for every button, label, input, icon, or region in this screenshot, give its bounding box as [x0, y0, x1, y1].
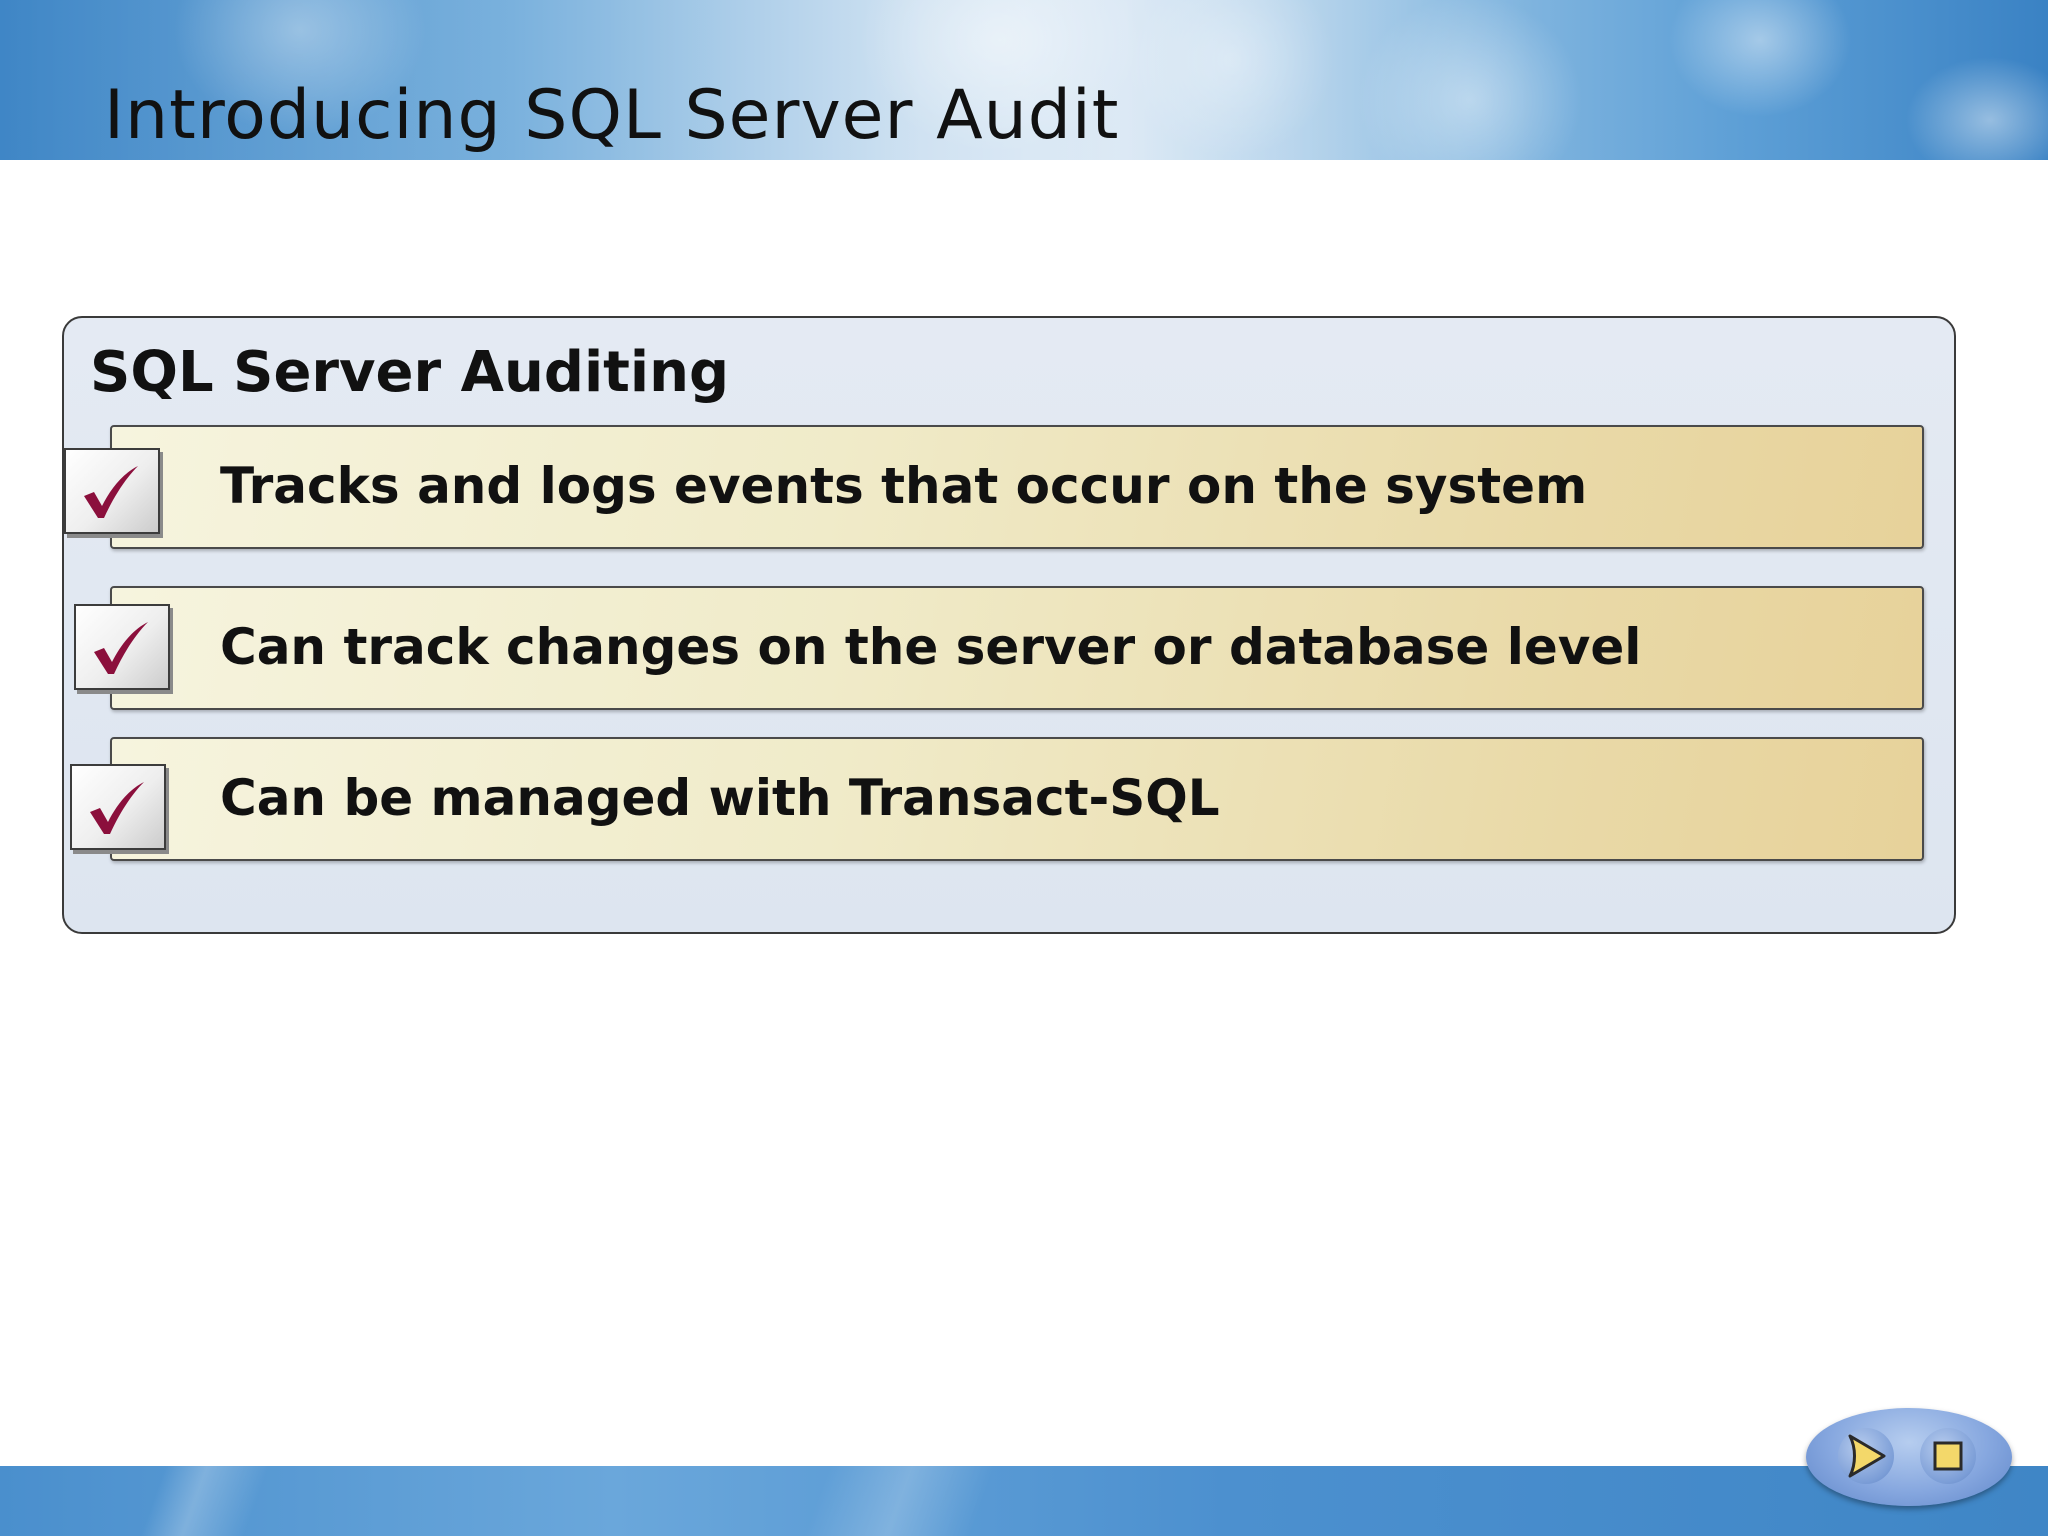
- panel-heading: SQL Server Auditing: [90, 340, 730, 405]
- slide-title: Introducing SQL Server Audit: [104, 76, 1120, 155]
- slide: Introducing SQL Server Audit SQL Server …: [0, 0, 2048, 1536]
- footer-banner: [0, 1466, 2048, 1536]
- play-icon: [1848, 1434, 1886, 1478]
- list-item-text: Tracks and logs events that occur on the…: [220, 457, 1588, 515]
- play-button[interactable]: [1838, 1428, 1894, 1484]
- checkbox-checked-icon: [74, 604, 170, 690]
- list-item-text: Can be managed with Transact-SQL: [220, 769, 1220, 827]
- stop-button[interactable]: [1920, 1428, 1976, 1484]
- slide-nav-control: [1806, 1408, 2012, 1506]
- checkbox-checked-icon: [64, 448, 160, 534]
- check-mark-icon: [90, 782, 144, 834]
- check-mark-icon: [94, 622, 148, 674]
- stop-icon: [1933, 1441, 1963, 1471]
- list-item-text: Can track changes on the server or datab…: [220, 618, 1642, 676]
- check-mark-icon: [84, 466, 138, 518]
- checkbox-checked-icon: [70, 764, 166, 850]
